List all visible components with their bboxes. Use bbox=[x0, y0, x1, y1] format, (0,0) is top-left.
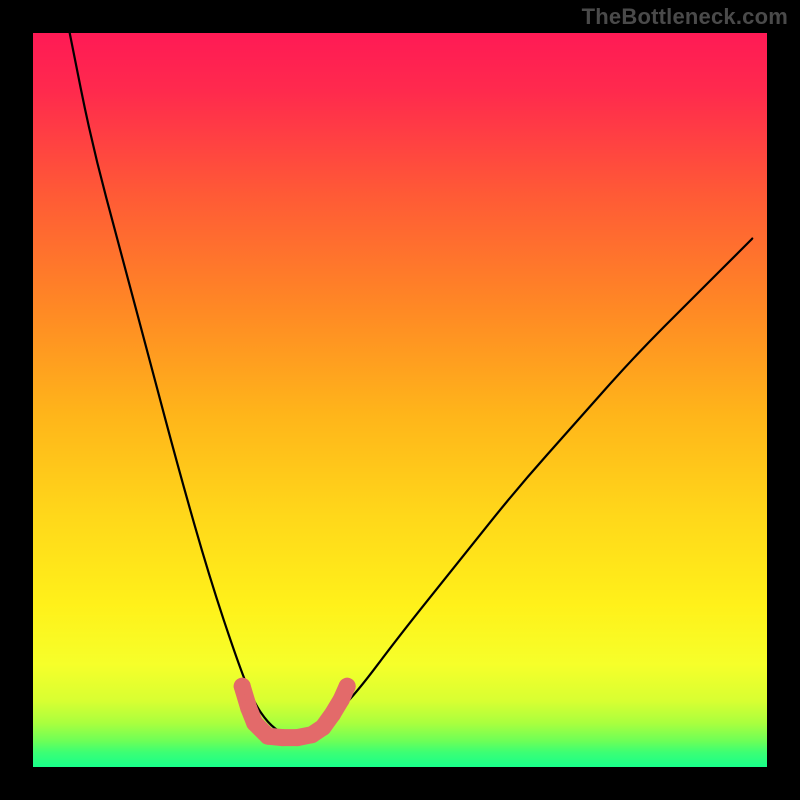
valley-dot bbox=[234, 678, 251, 695]
valley-dot bbox=[289, 729, 306, 746]
valley-dot bbox=[259, 728, 276, 745]
gradient-background bbox=[33, 33, 767, 767]
chart-frame: TheBottleneck.com bbox=[0, 0, 800, 800]
watermark-text: TheBottleneck.com bbox=[582, 4, 788, 30]
valley-dot bbox=[246, 715, 263, 732]
valley-dot bbox=[240, 700, 257, 717]
valley-dot bbox=[324, 706, 341, 723]
plot-area bbox=[33, 33, 767, 767]
valley-dot bbox=[274, 729, 291, 746]
valley-dot bbox=[339, 678, 356, 695]
chart-svg bbox=[33, 33, 767, 767]
